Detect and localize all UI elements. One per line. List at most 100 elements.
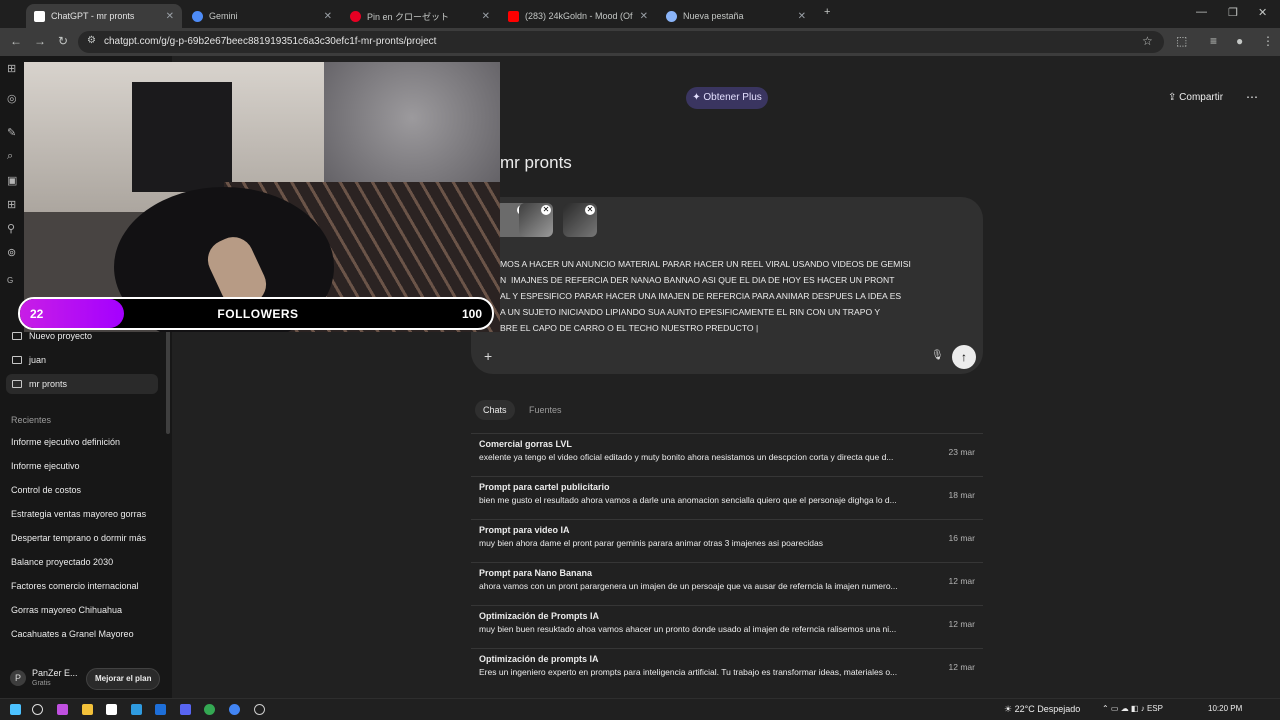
chat-title: Optimización de prompts IA [479,654,599,664]
tab-pinterest[interactable]: Pin en クローゼット ✕ [342,4,498,28]
codex-icon[interactable]: ⚲ [7,222,15,235]
tab-chats[interactable]: Chats [475,400,515,420]
apps-icon[interactable]: ⊞ [7,62,16,75]
recent-chat[interactable]: Control de costos [11,485,81,495]
recent-chat[interactable]: Informe ejecutivo definición [11,437,120,447]
folder-icon [12,356,22,364]
chat-list-item[interactable]: Prompt para Nano Banana ahora vamos con … [471,562,983,605]
prompt-input-text[interactable]: MOS A HACER UN ANUNCIO MATERIAL PARAR HA… [500,256,970,336]
chat-list-item[interactable]: Optimización de prompts IA Eres un ingen… [471,648,983,691]
share-button[interactable]: ⇪ Compartir [1168,92,1223,103]
attachment-thumbnail[interactable]: ✕ [519,203,553,237]
attachment-thumbnail[interactable]: ✕ [563,203,597,237]
edge-icon[interactable] [131,704,142,715]
chat-list-item[interactable]: Prompt para cartel publicitario bien me … [471,476,983,519]
microphone-icon[interactable]: 🎙 [931,350,944,361]
chat-list-item[interactable]: Comercial gorras LVL exelente ya tengo e… [471,433,983,476]
sidebar-project-juan[interactable]: juan [6,350,158,370]
chat-list-item[interactable]: Prompt para video IA muy bien ahora dame… [471,519,983,562]
store-icon[interactable] [106,704,117,715]
windows-start-icon[interactable] [10,704,21,715]
close-icon[interactable]: ✕ [640,11,648,22]
recent-chat[interactable]: Despertar temprano o dormir más [11,533,146,543]
tab-fuentes[interactable]: Fuentes [521,400,570,420]
grid-icon[interactable]: ⊞ [7,198,16,211]
tab-gemini[interactable]: Gemini ✕ [184,4,340,28]
project-label: Nuevo proyecto [29,331,93,341]
folder-icon [12,380,22,388]
tab-new[interactable]: Nueva pestaña ✕ [658,4,814,28]
media-icon[interactable]: ≡ [1210,34,1217,48]
site-info-icon[interactable]: ⚙ [87,35,96,46]
chat-title: Optimización de Prompts IA [479,611,600,621]
upgrade-plan-button[interactable]: Mejorar el plan [86,668,161,690]
discord-icon[interactable] [180,704,191,715]
pinterest-icon [350,10,361,22]
remove-attachment-icon[interactable]: ✕ [541,205,551,215]
send-button[interactable]: ↑ [952,345,976,369]
recent-chat[interactable]: Informe ejecutivo [11,461,80,471]
omnibox[interactable]: ⚙ chatgpt.com/g/g-p-69b2e67beec881919351… [78,31,1164,53]
tab-label: Nueva pestaña [683,11,744,21]
weather-text: 22°C Despejado [1014,704,1081,714]
language-indicator[interactable]: ESP [1147,704,1163,713]
folder-icon [12,332,22,340]
close-icon[interactable]: ✕ [324,11,332,22]
search-icon[interactable] [32,704,43,715]
new-tab-button[interactable]: + [824,6,830,18]
chat-date: 12 mar [948,619,975,629]
close-icon[interactable]: ✕ [166,11,174,22]
close-window-icon[interactable]: ✕ [1258,6,1267,19]
youtube-icon [508,10,519,22]
forward-icon[interactable]: → [34,34,46,48]
reload-icon[interactable]: ↻ [58,34,68,48]
sidebar-scrollbar[interactable] [166,330,170,434]
file-explorer-icon[interactable] [82,704,93,715]
add-attachment-icon[interactable]: + [484,348,492,364]
chat-preview: muy bien ahora dame el pront parar gemin… [479,538,823,548]
chat-date: 12 mar [948,662,975,672]
weather-widget[interactable]: ☀ 22°C Despejado [1004,704,1080,715]
chatgpt-logo-icon[interactable]: ◎ [7,92,17,105]
close-icon[interactable]: ✕ [798,11,806,22]
page-title: mr pronts [500,153,572,172]
chrome-icon[interactable] [204,704,215,715]
recent-chat[interactable]: Cacahuates a Granel Mayoreo [11,629,134,639]
profile-icon[interactable]: ● [1236,34,1243,48]
page-scrollbar[interactable] [1268,56,1280,698]
gpts-icon[interactable]: ⊚ [7,246,16,259]
menu-icon[interactable]: ⋮ [1262,34,1274,48]
bookmark-star-icon[interactable]: ☆ [1142,34,1153,48]
library-icon[interactable]: ▣ [7,174,17,187]
system-tray[interactable]: ⌃ ▭ ☁ ◧ ♪ ESP [1102,704,1163,713]
recent-chat[interactable]: Estrategia ventas mayoreo gorras [11,509,146,519]
close-icon[interactable]: ✕ [482,11,490,22]
copilot-icon[interactable] [57,704,68,715]
tab-chatgpt[interactable]: ChatGPT - mr pronts ✕ [26,4,182,28]
recent-chat[interactable]: Factores comercio internacional [11,581,139,591]
back-icon[interactable]: ← [10,34,22,48]
more-options-icon[interactable]: ⋯ [1246,90,1258,104]
sparkle-icon: ✦ [692,92,704,103]
minimize-icon[interactable]: — [1196,6,1207,18]
clock[interactable]: 10:20 PM [1208,704,1242,713]
recent-chat[interactable]: Gorras mayoreo Chihuahua [11,605,122,615]
remove-attachment-icon[interactable]: ✕ [585,205,595,215]
restore-icon[interactable]: ❐ [1228,6,1238,19]
get-plus-button[interactable]: ✦ Obtener Plus [686,87,768,109]
search-icon[interactable]: ⌕ [7,150,13,163]
extensions-icon[interactable]: ⬚ [1176,34,1187,48]
obs-icon[interactable] [254,704,265,715]
avatar[interactable]: P [10,670,26,686]
chrome-profile-icon[interactable] [229,704,240,715]
sidebar-project-mr-pronts[interactable]: mr pronts [6,374,158,394]
get-plus-label: Obtener Plus [703,92,762,103]
chat-list-item[interactable]: Optimización de Prompts IA muy bien buen… [471,605,983,648]
app-icon[interactable] [155,704,166,715]
recent-chat[interactable]: Balance proyectado 2030 [11,557,113,567]
tab-youtube[interactable]: (283) 24kGoldn - Mood (Of ✕ [500,4,656,28]
url-text[interactable]: chatgpt.com/g/g-p-69b2e67beec881919351c6… [104,36,436,47]
gpt-icon[interactable]: G [7,276,13,285]
new-chat-icon[interactable]: ✎ [7,126,16,139]
user-account[interactable]: P PanZer E... Gratis Mejorar el plan [6,664,166,694]
